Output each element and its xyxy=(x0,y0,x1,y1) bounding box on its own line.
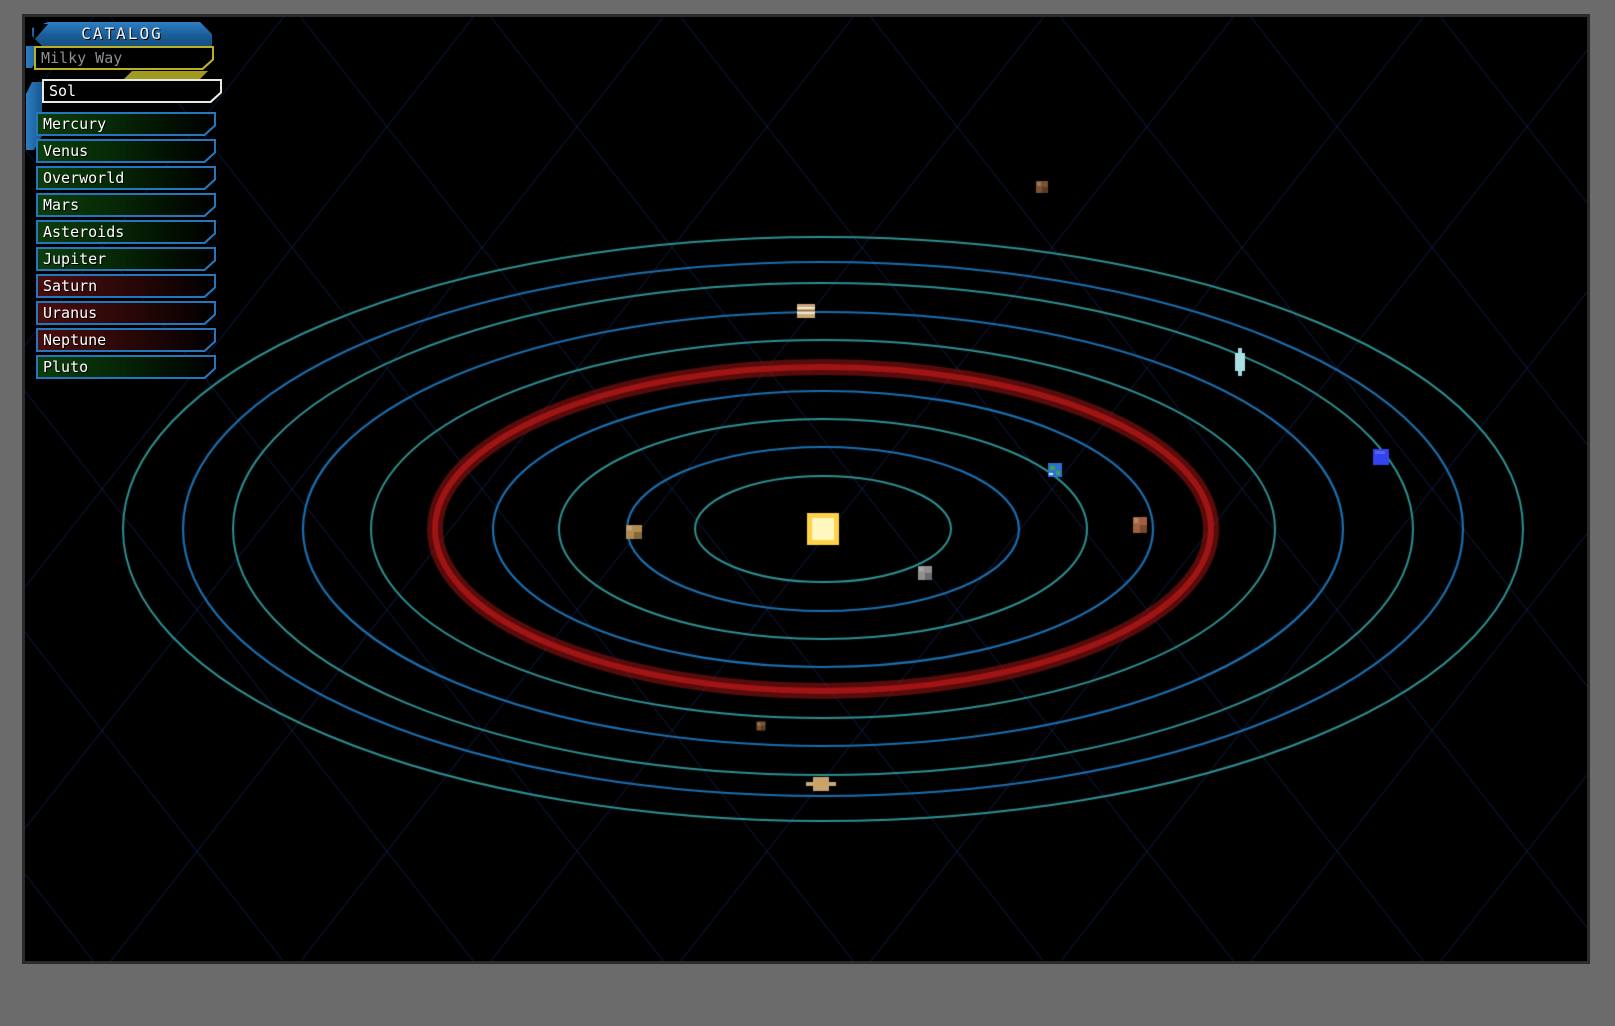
application-window: CATALOG Milky Way Sol Mercury Venus Overwo… xyxy=(0,0,1615,1026)
catalog-header: CATALOG xyxy=(32,22,212,46)
catalog-item-mars[interactable]: Mars xyxy=(36,193,216,217)
star-label: Sol xyxy=(49,82,77,100)
galaxy-underline-accent xyxy=(124,71,208,79)
item-label: Neptune xyxy=(43,331,107,349)
item-label: Uranus xyxy=(43,304,98,322)
item-label: Venus xyxy=(43,142,89,160)
catalog-panel: CATALOG Milky Way Sol Mercury Venus Overwo… xyxy=(26,22,228,382)
catalog-item-venus[interactable]: Venus xyxy=(36,139,216,163)
item-label: Mercury xyxy=(43,115,107,133)
galaxy-label: Milky Way xyxy=(41,49,123,67)
item-label: Asteroids xyxy=(43,223,125,241)
item-label: Pluto xyxy=(43,358,89,376)
catalog-item-uranus[interactable]: Uranus xyxy=(36,301,216,325)
catalog-planet-list: Mercury Venus Overworld Mars Asteroids Jupite… xyxy=(28,112,228,379)
catalog-item-jupiter[interactable]: Jupiter xyxy=(36,247,216,271)
catalog-item-saturn[interactable]: Saturn xyxy=(36,274,216,298)
starmap-canvas[interactable] xyxy=(25,17,1587,961)
catalog-item-pluto[interactable]: Pluto xyxy=(36,355,216,379)
item-label: Jupiter xyxy=(43,250,107,268)
item-label: Overworld xyxy=(43,169,125,187)
catalog-title: CATALOG xyxy=(81,24,163,43)
item-label: Mars xyxy=(43,196,80,214)
catalog-item-asteroids[interactable]: Asteroids xyxy=(36,220,216,244)
catalog-item-star[interactable]: Sol xyxy=(42,79,222,103)
catalog-item-overworld[interactable]: Overworld xyxy=(36,166,216,190)
starmap-viewport[interactable] xyxy=(22,14,1590,964)
item-label: Saturn xyxy=(43,277,98,295)
catalog-item-galaxy[interactable]: Milky Way xyxy=(34,46,214,70)
catalog-item-mercury[interactable]: Mercury xyxy=(36,112,216,136)
catalog-item-neptune[interactable]: Neptune xyxy=(36,328,216,352)
